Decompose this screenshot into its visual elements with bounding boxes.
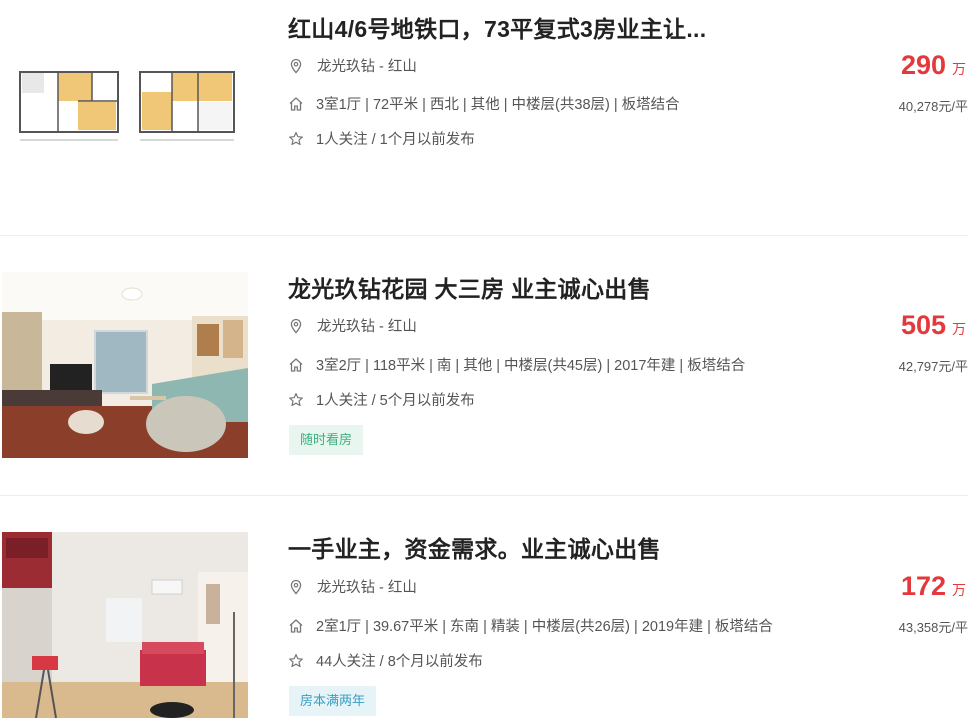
listing-card[interactable]: 红山4/6号地铁口，73平复式3房业主让... 龙光玖钻 - 红山 3室1厅 |… (0, 0, 978, 235)
floorplan-image[interactable] (2, 0, 248, 186)
house-info-row: 3室1厅 | 72平米 | 西北 | 其他 | 中楼层(共38层) | 板塔结合 (288, 93, 680, 114)
listing-card[interactable]: 龙光玖钻花园 大三房 业主诚心出售 龙光玖钻 - 红山 3室2厅 | 118平米… (0, 272, 978, 495)
location-pin-icon (288, 58, 304, 74)
house-info-text: 2室1厅 | 39.67平米 | 东南 | 精装 | 中楼层(共26层) | 2… (316, 619, 773, 635)
house-icon (288, 357, 304, 373)
follow-info-row: 1人关注 / 1个月以前发布 (288, 128, 475, 149)
house-icon (288, 96, 304, 112)
location-link[interactable]: 龙光玖钻 - 红山 (317, 55, 417, 76)
house-icon (288, 618, 304, 634)
unit-price: 43,358元/平 (898, 620, 968, 635)
listing-title[interactable]: 龙光玖钻花园 大三房 业主诚心出售 (288, 270, 651, 304)
living-room-photo[interactable] (2, 272, 248, 458)
divider (0, 495, 968, 496)
total-price: 505 万 (900, 310, 966, 340)
follow-info-text: 1人关注 / 1个月以前发布 (316, 132, 475, 148)
follow-info-text: 1人关注 / 5个月以前发布 (316, 393, 475, 409)
location-pin-icon (288, 318, 304, 334)
listing-title[interactable]: 一手业主，资金需求。业主诚心出售 (288, 530, 661, 564)
unit-price: 42,797元/平 (898, 359, 968, 374)
star-icon (288, 653, 304, 669)
divider (0, 235, 968, 236)
location-link[interactable]: 龙光玖钻 - 红山 (317, 315, 417, 336)
star-icon (288, 392, 304, 408)
listing-tag: 随时看房 (289, 425, 364, 455)
location-row: 龙光玖钻 - 红山 (288, 576, 417, 597)
location-link[interactable]: 龙光玖钻 - 红山 (317, 576, 417, 597)
house-info-text: 3室2厅 | 118平米 | 南 | 其他 | 中楼层(共45层) | 2017… (316, 358, 746, 374)
total-price: 172 万 (900, 571, 966, 601)
apartment-photo[interactable] (2, 532, 248, 718)
location-row: 龙光玖钻 - 红山 (288, 315, 417, 336)
listing-title[interactable]: 红山4/6号地铁口，73平复式3房业主让... (288, 10, 706, 44)
follow-info-text: 44人关注 / 8个月以前发布 (316, 654, 483, 670)
house-info-row: 2室1厅 | 39.67平米 | 东南 | 精装 | 中楼层(共26层) | 2… (288, 615, 773, 636)
listing-card[interactable]: 一手业主，资金需求。业主诚心出售 龙光玖钻 - 红山 2室1厅 | 39.67平… (0, 532, 978, 726)
location-row: 龙光玖钻 - 红山 (288, 55, 417, 76)
star-icon (288, 131, 304, 147)
listing-tag: 房本满两年 (289, 686, 377, 716)
follow-info-row: 1人关注 / 5个月以前发布 (288, 389, 475, 410)
total-price: 290 万 (900, 50, 966, 80)
follow-info-row: 44人关注 / 8个月以前发布 (288, 650, 483, 671)
location-pin-icon (288, 579, 304, 595)
unit-price: 40,278元/平 (898, 99, 968, 114)
house-info-row: 3室2厅 | 118平米 | 南 | 其他 | 中楼层(共45层) | 2017… (288, 354, 745, 375)
house-info-text: 3室1厅 | 72平米 | 西北 | 其他 | 中楼层(共38层) | 板塔结合 (316, 97, 680, 113)
